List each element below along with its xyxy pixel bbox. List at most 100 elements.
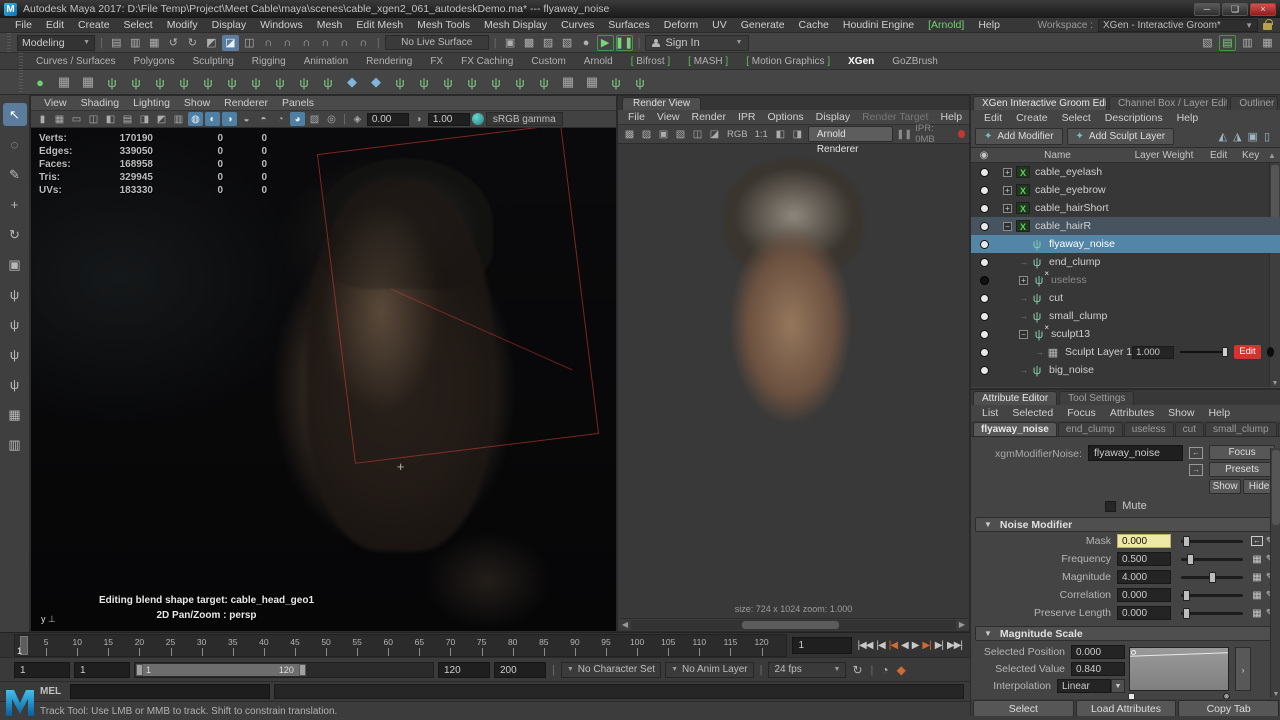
menu-shading[interactable]: Shading [74,97,127,109]
render-view-tab[interactable]: Render View [622,97,702,110]
groom-comb-brush-icon[interactable]: ψ [174,72,194,92]
attribute-value-field[interactable]: 0.000 [1071,644,1125,659]
key-column-header[interactable]: Key [1242,150,1268,161]
tree-item-flyaway-noise[interactable]: → ψ flyaway_noise [971,235,1280,253]
slider-handle[interactable] [1187,553,1195,565]
menu-arnold[interactable]: [Arnold] [921,19,971,31]
expander-icon[interactable]: + [1003,203,1012,213]
menu-options[interactable]: Options [761,111,809,123]
slider-handle[interactable] [1208,571,1216,583]
xgen-grab-tool-icon[interactable]: ψ [3,283,27,306]
add-sculpt-layer-button[interactable]: ✦ Add Sculpt Layer [1066,128,1175,145]
attribute-value-field[interactable]: 4.000 [1117,570,1171,584]
select-button[interactable]: Select [973,700,1074,717]
menu-select[interactable]: Select [1055,112,1098,124]
menu-ipr[interactable]: IPR [732,111,762,123]
menu-view[interactable]: View [37,97,74,109]
eye-icon[interactable] [979,329,989,339]
animation-start-field[interactable]: 1 [14,661,70,678]
menu-uv[interactable]: UV [705,19,734,31]
scroll-down-icon[interactable]: ▼ [1270,380,1280,387]
visibility-toggle[interactable] [971,275,997,285]
display-alpha-channel-icon[interactable]: ◨ [790,127,805,141]
snap-to-curves-icon[interactable]: ∩ [279,35,296,51]
menu-create[interactable]: Create [1009,112,1055,124]
attribute-slider[interactable] [1181,571,1243,583]
groom-freeze-brush-icon[interactable]: ◆ [342,72,362,92]
toolbar-grip[interactable] [4,33,14,52]
new-scene-icon[interactable]: ▤ [108,35,125,51]
menu-edit-mesh[interactable]: Edit Mesh [349,19,410,31]
range-end-handle[interactable] [298,663,306,676]
timeline-tick-20[interactable]: 20 [135,636,148,656]
xgen-density-tool-icon[interactable]: ψ [3,373,27,396]
snap-to-grids-icon[interactable]: ∩ [260,35,277,51]
select-component-mode-icon[interactable]: ◪ [221,34,239,51]
menu-attributes[interactable]: Attributes [1103,407,1161,419]
attribute-slider[interactable] [1181,553,1243,565]
tree-item-cable-hairr[interactable]: − Xcable_hairR [971,217,1280,235]
groom-guides-to-curves-icon[interactable]: ▦ [582,72,602,92]
noise-modifier-section-header[interactable]: ▼ Noise Modifier [975,517,1277,532]
menu-render[interactable]: Render [686,111,732,123]
xgen-comb-tool-icon[interactable]: ψ [3,313,27,336]
step-back-key-button[interactable]: |◀ [889,640,898,651]
tree-item-sculpt13[interactable]: − ψ × sculpt13 [971,323,1280,343]
select-hierarchy-mode-icon[interactable]: ◫ [241,35,258,51]
snap-to-view-planes-icon[interactable]: ∩ [336,35,353,51]
groom-select-brush-icon[interactable]: ◆ [366,72,386,92]
ipr-render-icon[interactable]: ▧ [673,127,688,141]
range-start-handle[interactable] [136,663,143,676]
edit-column-header[interactable]: Edit [1210,150,1242,161]
scrollbar-thumb[interactable] [1272,450,1280,525]
menu-help[interactable]: Help [934,111,968,123]
film-gate-icon[interactable]: ▭ [69,112,84,126]
attribute-value-field[interactable]: 0.840 [1071,661,1125,676]
xgen-export-icon[interactable]: ▦ [78,72,98,92]
attribute-slider[interactable] [1181,589,1243,601]
field-chart-icon[interactable]: ▤ [120,112,135,126]
gamma-icon[interactable]: ◑ [411,112,426,126]
menu-mesh-display[interactable]: Mesh Display [477,19,554,31]
render-current-frame-icon[interactable]: ▩ [622,127,637,141]
shelf-tab-motion-graphics[interactable]: [ Motion Graphics ] [738,56,838,67]
visibility-toggle[interactable] [971,329,997,339]
menu-display[interactable]: Display [810,111,856,123]
scroll-up-icon[interactable]: ▲ [1268,151,1280,160]
menu-show[interactable]: Show [1161,407,1201,419]
menu-renderer[interactable]: Renderer [217,97,275,109]
layout-sculpting-icon[interactable]: ▧ [1199,35,1216,51]
auto-keyframe-icon[interactable]: ◆ [895,663,908,677]
live-surface-field[interactable]: No Live Surface [384,35,489,50]
visibility-toggle[interactable] [971,203,997,213]
screen-space-ao-icon[interactable]: ◓ [256,112,271,126]
step-forward-key-button[interactable]: ▶| [922,640,931,651]
menu-render-target[interactable]: Render Target [856,111,934,123]
node-tab-cut[interactable]: cut [1174,422,1204,436]
timeline-tick-90[interactable]: 90 [570,636,584,656]
scroll-down-icon[interactable]: ▼ [1271,691,1280,698]
menu-selected[interactable]: Selected [1005,407,1060,419]
layout-xgen-icon[interactable]: ▦ [1259,35,1276,51]
hypershade-icon[interactable]: ● [578,35,595,51]
shadows-icon[interactable]: ◒ [239,112,254,126]
menu-help[interactable]: Help [971,19,1007,31]
play-backwards-button[interactable]: ◀ [901,640,909,651]
timeline-tick-120[interactable]: 120 [754,636,776,656]
scroll-right-icon[interactable]: ▶ [956,620,968,629]
motion-blur-icon[interactable]: ◔ [273,112,288,126]
panel-tab-tool-settings[interactable]: Tool Settings [1059,391,1135,405]
tree-item-cable-hairshort[interactable]: + Xcable_hairShort [971,199,1280,217]
viewport-3d-canvas[interactable]: + Verts: 170190 0 0 Edges: 339050 0 0 Faces: 1689… [31,128,616,631]
render-sequence-icon[interactable]: ▧ [559,35,576,51]
expander-icon[interactable]: − [1019,329,1028,339]
node-tab-small-clump[interactable]: small_clump [1204,422,1277,436]
menu-descriptions[interactable]: Descriptions [1098,112,1170,124]
pause-playback-icon[interactable]: ❚❚ [615,35,633,51]
eye-icon[interactable] [979,203,989,213]
mute-checkbox[interactable] [1105,500,1117,512]
expander-icon[interactable]: − [1003,221,1012,231]
tree-item-end-clump[interactable]: → ψ end_clump [971,253,1280,271]
render-settings-icon[interactable]: ▣ [502,35,519,51]
copy-tab-button[interactable]: Copy Tab [1178,700,1280,717]
